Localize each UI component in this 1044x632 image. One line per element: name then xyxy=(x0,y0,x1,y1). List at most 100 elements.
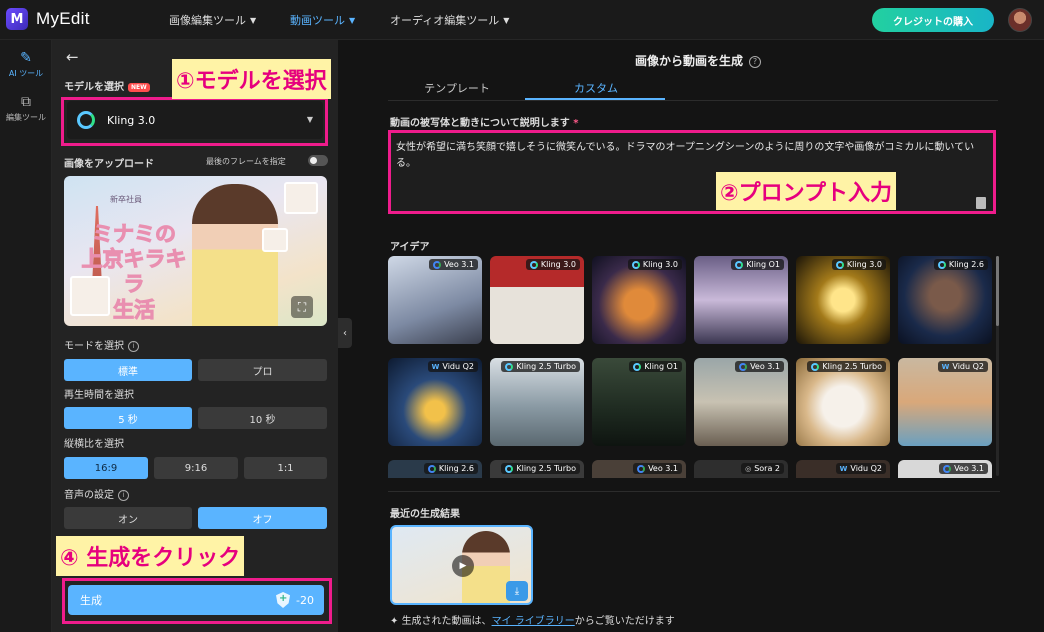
required-mark: * xyxy=(573,118,579,129)
ideas-label: アイデア xyxy=(390,242,430,253)
idea-card[interactable]: W Vidu Q2 xyxy=(796,460,890,478)
new-badge: NEW xyxy=(128,82,150,92)
model-tag: Kling 2.6 xyxy=(933,259,988,270)
buy-credits-button[interactable]: クレジットの購入 xyxy=(872,8,994,32)
model-tag-label: Kling 2.5 Turbo xyxy=(516,362,576,371)
vidu-icon: W xyxy=(431,362,440,371)
app-logo[interactable]: M MyEdit xyxy=(6,8,90,30)
model-tag-label: Kling 3.0 xyxy=(642,260,678,269)
model-tag-label: Kling 3.0 xyxy=(846,260,882,269)
model-tag: Kling 3.0 xyxy=(525,259,580,270)
nav-image-tools-label: 画像編集ツール xyxy=(169,14,246,27)
idea-card[interactable]: Veo 3.1 xyxy=(388,256,482,344)
nav-video-tools[interactable]: 動画ツール ▼ xyxy=(290,12,355,28)
duration-10s-button[interactable]: 10 秒 xyxy=(198,407,327,429)
model-tag-label: Kling 2.6 xyxy=(948,260,984,269)
mode-pro-button[interactable]: プロ xyxy=(198,359,327,381)
chevron-left-icon: ‹ xyxy=(343,327,347,339)
kling-icon xyxy=(835,260,844,269)
google-icon xyxy=(739,362,748,371)
collapse-sidebar-button[interactable]: ‹ xyxy=(338,318,352,348)
ideas-scrollbar-thumb[interactable] xyxy=(996,256,999,326)
section-divider xyxy=(388,491,1000,492)
ratio-1-1-button[interactable]: 1:1 xyxy=(244,457,327,479)
nav-audio-tools[interactable]: オーディオ編集ツール ▼ xyxy=(390,12,509,28)
model-tag-label: Kling 2.5 Turbo xyxy=(516,464,576,473)
idea-card[interactable]: Kling 2.5 Turbo xyxy=(796,358,890,446)
google-icon xyxy=(637,464,646,473)
ratio-16-9-button[interactable]: 16:9 xyxy=(64,457,148,479)
idea-card[interactable]: Veo 3.1 xyxy=(898,460,992,478)
nav-image-tools[interactable]: 画像編集ツール ▼ xyxy=(169,12,256,28)
info-icon[interactable]: i xyxy=(128,340,139,352)
image-title-line1: ミナミの xyxy=(92,221,177,246)
page-title-text: 画像から動画を生成 xyxy=(634,54,743,68)
download-icon[interactable]: ⤓ xyxy=(506,581,528,601)
user-avatar[interactable] xyxy=(1008,8,1032,32)
ratio-9-16-button[interactable]: 9:16 xyxy=(154,457,238,479)
model-tag: Kling 2.5 Turbo xyxy=(807,361,886,372)
my-library-link[interactable]: マイ ライブラリー xyxy=(492,616,575,627)
idea-card[interactable]: W Vidu Q2 xyxy=(388,358,482,446)
tab-template[interactable]: テンプレート xyxy=(388,80,526,96)
kling-icon xyxy=(633,362,642,371)
idea-card[interactable]: ◎ Sora 2 xyxy=(694,460,788,478)
rail-item-edit-tools[interactable]: ⧉ 編集ツール xyxy=(0,94,52,123)
idea-card[interactable]: Kling 3.0 xyxy=(796,256,890,344)
model-tag: W Vidu Q2 xyxy=(835,463,886,474)
idea-card[interactable]: Veo 3.1 xyxy=(592,460,686,478)
model-tag-label: Kling 3.0 xyxy=(540,260,576,269)
google-icon xyxy=(427,464,436,473)
crop-icon[interactable]: ⛶ xyxy=(291,296,313,318)
model-tag: Kling 3.0 xyxy=(627,259,682,270)
collage-thumb xyxy=(70,276,110,316)
audio-off-button[interactable]: オフ xyxy=(198,507,327,529)
idea-card[interactable]: Kling 3.0 xyxy=(490,256,584,344)
annotation-step4: ④ 生成をクリック xyxy=(56,536,245,576)
idea-card[interactable]: Kling O1 xyxy=(694,256,788,344)
google-icon xyxy=(433,260,442,269)
chevron-down-icon: ▼ xyxy=(503,15,510,25)
duration-5s-button[interactable]: 5 秒 xyxy=(64,407,192,429)
idea-card[interactable]: Kling 2.6 xyxy=(898,256,992,344)
model-tag: Kling 3.0 xyxy=(831,259,886,270)
footnote-prefix: 生成された動画は、 xyxy=(401,616,492,627)
model-tag-label: Vidu Q2 xyxy=(850,464,882,473)
idea-card[interactable]: Veo 3.1 xyxy=(694,358,788,446)
idea-card[interactable]: Kling 3.0 xyxy=(592,256,686,344)
help-icon[interactable]: ? xyxy=(749,55,761,68)
audio-on-button[interactable]: オン xyxy=(64,507,192,529)
info-icon[interactable]: i xyxy=(118,489,129,501)
idea-card[interactable]: Kling O1 xyxy=(592,358,686,446)
sora-icon: ◎ xyxy=(745,464,752,473)
idea-card[interactable]: Kling 2.6 xyxy=(388,460,482,478)
model-tag: Kling O1 xyxy=(629,361,682,372)
recent-result-card[interactable]: ▶ ⤓ xyxy=(390,525,533,605)
chevron-down-icon: ▼ xyxy=(250,15,257,25)
rail-item-ai-tools[interactable]: ✎ AI ツール xyxy=(0,50,52,79)
model-tag: Kling 2.5 Turbo xyxy=(501,361,580,372)
model-tag: Veo 3.1 xyxy=(633,463,682,474)
model-tag-label: Kling O1 xyxy=(746,260,780,269)
play-icon[interactable]: ▶ xyxy=(452,555,474,577)
idea-card[interactable]: W Vidu Q2 xyxy=(898,358,992,446)
mode-standard-button[interactable]: 標準 xyxy=(64,359,192,381)
tab-custom[interactable]: カスタム xyxy=(526,80,666,96)
vidu-icon: W xyxy=(941,362,950,371)
app-name: MyEdit xyxy=(36,9,90,28)
kling-icon xyxy=(505,464,514,473)
back-arrow-icon[interactable]: ← xyxy=(66,48,79,66)
kling-icon xyxy=(735,260,744,269)
prompt-label: 動画の被写体と動きについて説明します * xyxy=(390,114,578,129)
highlight-prompt xyxy=(388,130,996,214)
uploaded-image[interactable]: 新卒社員 ミナミの 上京キラキラ 生活 ⛶ xyxy=(64,176,327,326)
idea-card[interactable]: Kling 2.5 Turbo xyxy=(490,358,584,446)
rail-item-label: AI ツール xyxy=(8,69,44,78)
idea-card[interactable]: Kling 2.5 Turbo xyxy=(490,460,584,478)
model-tag-label: Veo 3.1 xyxy=(954,464,984,473)
tool-rail: ✎ AI ツール ⧉ 編集ツール xyxy=(0,40,52,632)
image-subtitle: 新卒社員 xyxy=(110,195,142,204)
sparkle-icon: ✦ xyxy=(390,616,402,627)
last-frame-toggle[interactable] xyxy=(308,155,328,166)
model-tag-label: Veo 3.1 xyxy=(648,464,678,473)
